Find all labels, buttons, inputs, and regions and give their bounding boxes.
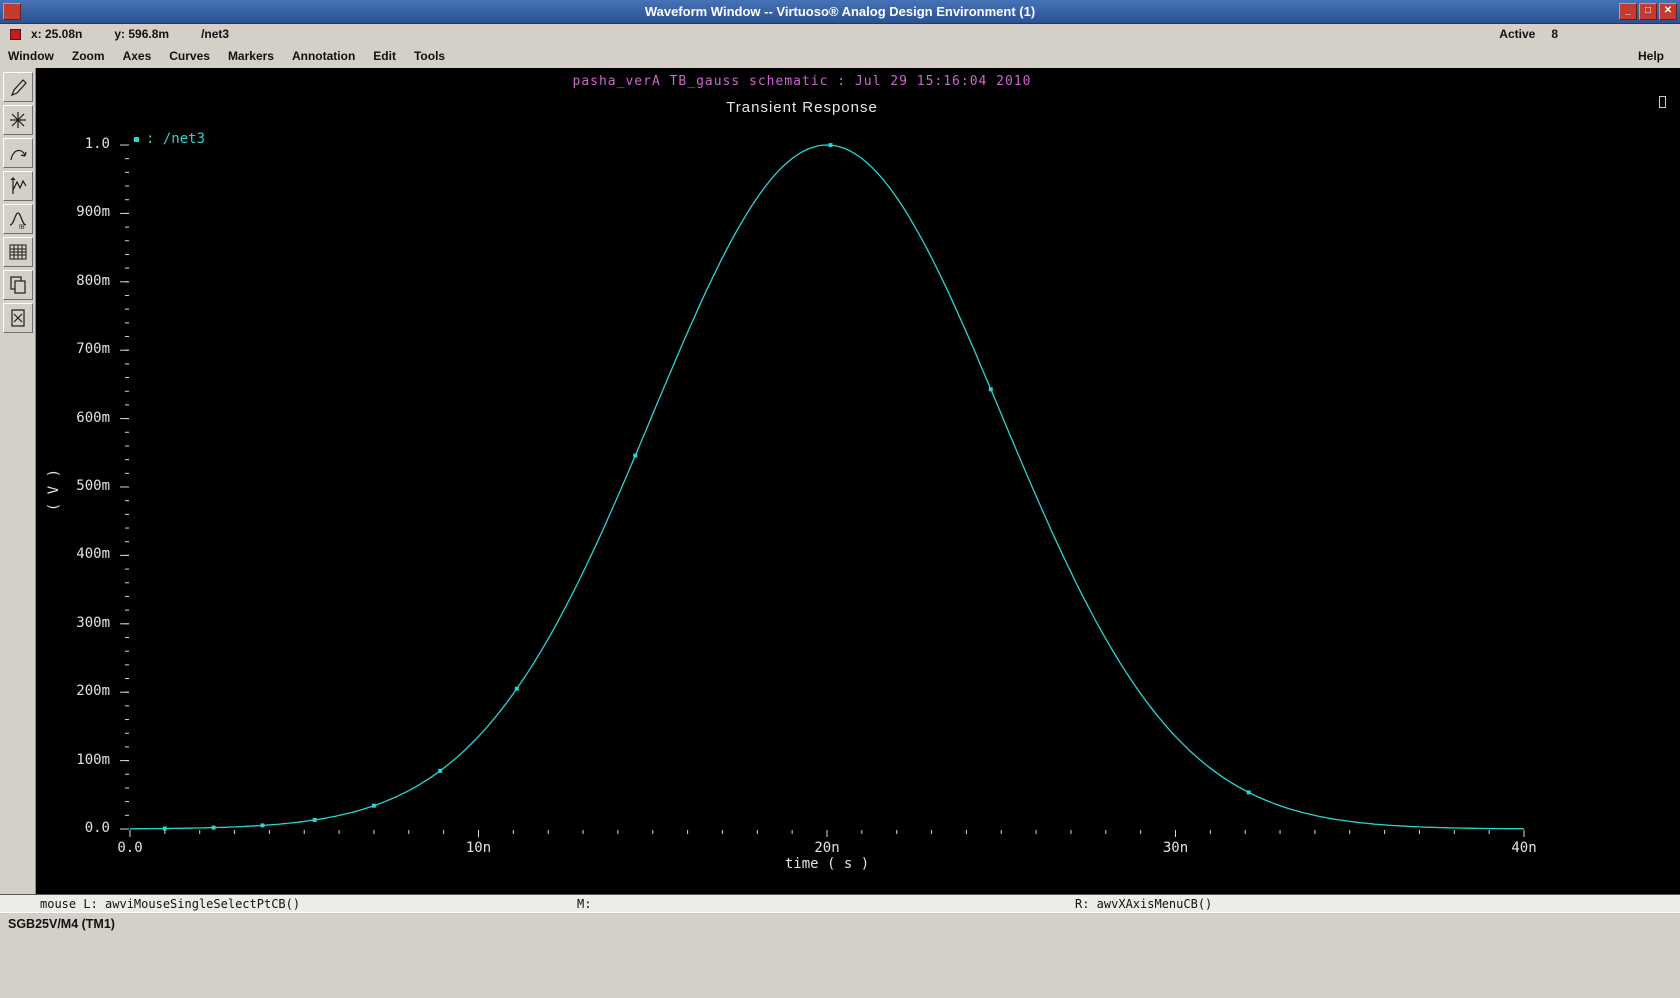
mouse-middle-binding: M: [577,897,592,911]
data-point-marker[interactable] [211,825,216,830]
process-status-bar: SGB25V/M4 (TM1) [0,912,1680,934]
menubar: Window Zoom Axes Curves Markers Annotation Edi… [0,44,1680,68]
x-tick-label: 10n [465,840,492,856]
legend-marker-icon [134,136,139,142]
grid-icon [9,244,26,260]
erase-icon [10,309,25,327]
copy-tool-button[interactable] [2,270,33,300]
pencil-tool-button[interactable] [2,72,33,102]
mouse-left-binding: mouse L: awviMouseSingleSelectPtCB() [40,897,301,911]
menu-item-annotation[interactable]: Annotation [292,49,355,63]
waveform-canvas[interactable] [36,68,1680,894]
wave-tool-button[interactable]: fB [2,204,33,234]
menu-item-curves[interactable]: Curves [169,49,210,63]
menu-item-window[interactable]: Window [8,49,54,63]
toolbar: fB [0,68,36,894]
status-led-icon [10,28,21,40]
data-point-marker[interactable] [162,826,167,831]
menu-items: Window Zoom Axes Curves Markers Annotation Edi… [8,49,445,63]
data-point-marker[interactable] [371,803,376,808]
copy-icon [9,276,26,294]
bottom-filler [0,934,1680,998]
arc-icon [9,149,27,161]
y-tick-label: 100m [76,751,110,768]
plot-area[interactable]: pasha_verA TB_gauss schematic : Jul 29 1… [36,68,1680,894]
mouse-right-binding: R: awvXAxisMenuCB() [1075,897,1213,911]
arc-tool-button[interactable] [2,138,33,168]
x-tick-label: 20n [814,840,840,856]
active-count: 8 [1551,27,1558,41]
menu-item-tools[interactable]: Tools [414,49,445,63]
main-content: fB pasha_verA TB_gauss schematic : Jul 2… [0,68,1680,894]
plot-title: Transient Response [726,99,878,116]
titlebar[interactable]: Waveform Window -- Virtuoso® Analog Desi… [0,0,1680,24]
y-tick-label: 200m [76,683,110,700]
menu-item-zoom[interactable]: Zoom [72,49,105,63]
legend-net3[interactable]: : /net3 [134,131,205,147]
table-tool-button[interactable] [2,237,33,267]
axes-wave-icon [10,177,27,194]
y-tick-label: 1.0 [84,136,110,152]
erase-tool-button[interactable] [2,303,33,333]
data-point-marker[interactable] [514,686,519,691]
svg-text:fB: fB [19,225,25,230]
data-point-marker[interactable] [988,387,993,392]
y-tick-label: 0.0 [84,820,110,836]
y-tick-label: 400m [76,546,110,563]
strip-indicator-icon [1659,96,1666,108]
menu-item-help[interactable]: Help [1638,49,1664,63]
y-tick-label: 800m [76,272,110,289]
window-title: Waveform Window -- Virtuoso® Analog Desi… [644,4,1036,19]
data-point-marker[interactable] [633,453,638,458]
minimize-button[interactable]: _ [1619,3,1637,20]
y-readout: y: 596.8m [114,27,170,41]
window-menu-button[interactable] [3,3,21,20]
legend-label: : /net3 [146,131,206,147]
mouse-binding-bar: mouse L: awviMouseSingleSelectPtCB() M: … [0,894,1680,912]
data-point-marker[interactable] [260,823,265,828]
star-tool-button[interactable] [2,105,33,135]
y-tick-label: 500m [76,478,110,494]
y-tick-label: 300m [76,614,110,631]
peak-curve-icon: fB [9,212,26,230]
star-icon [9,112,26,128]
waveform-net3[interactable] [130,144,1524,830]
readout-bar: x: 25.08n y: 596.8m /net3 Active 8 [0,24,1680,44]
close-button[interactable]: ✕ [1659,3,1677,20]
menu-item-markers[interactable]: Markers [228,49,274,63]
data-point-marker[interactable] [828,143,833,148]
menu-item-axes[interactable]: Axes [123,49,152,63]
x-readout: x: 25.08n [31,27,83,41]
plot-header: pasha_verA TB_gauss schematic : Jul 29 1… [572,74,1032,89]
process-label: SGB25V/M4 (TM1) [8,916,115,931]
net-readout: /net3 [201,27,230,41]
x-tick-label: 30n [1162,840,1189,856]
pencil-icon [10,79,27,97]
maximize-button[interactable]: □ [1639,3,1657,20]
x-axis-title: time ( s ) [784,856,870,872]
waveform-window: Waveform Window -- Virtuoso® Analog Desi… [0,0,1680,998]
data-point-marker[interactable] [1246,790,1251,795]
data-point-marker[interactable] [312,817,317,822]
axes-tool-button[interactable] [2,171,33,201]
x-tick-label: 0.0 [117,840,143,856]
y-tick-label: 700m [76,341,110,358]
data-point-marker[interactable] [438,768,443,773]
x-tick-label: 40n [1511,840,1537,856]
y-tick-label: 900m [76,204,110,221]
menu-item-edit[interactable]: Edit [373,49,396,63]
active-label: Active [1499,27,1536,41]
y-tick-label: 600m [76,409,110,426]
